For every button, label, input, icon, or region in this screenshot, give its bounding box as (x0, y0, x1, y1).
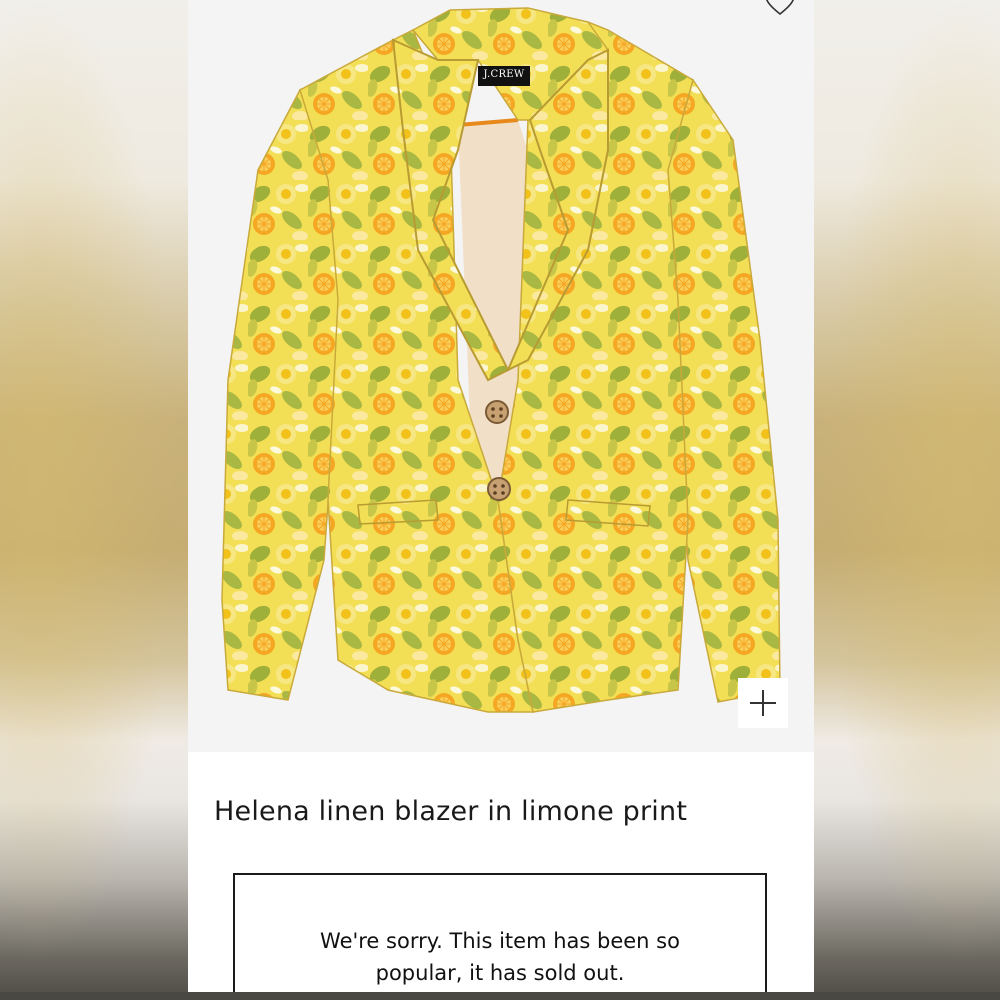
zoom-button[interactable] (738, 678, 788, 728)
blazer-illustration (221, 7, 781, 713)
plus-icon (750, 690, 776, 716)
product-page: J.CREW Helena linen blazer in limone pri… (188, 0, 814, 1000)
heart-outline-icon[interactable] (764, 0, 796, 18)
brand-label-text: J.CREW (483, 69, 525, 80)
product-image[interactable]: J.CREW (188, 0, 814, 752)
bottom-bar (0, 992, 1000, 1000)
product-title: Helena linen blazer in limone print (214, 796, 688, 827)
sold-out-message: We're sorry. This item has been so popul… (320, 929, 680, 985)
sold-out-notice: We're sorry. This item has been so popul… (233, 873, 767, 1000)
